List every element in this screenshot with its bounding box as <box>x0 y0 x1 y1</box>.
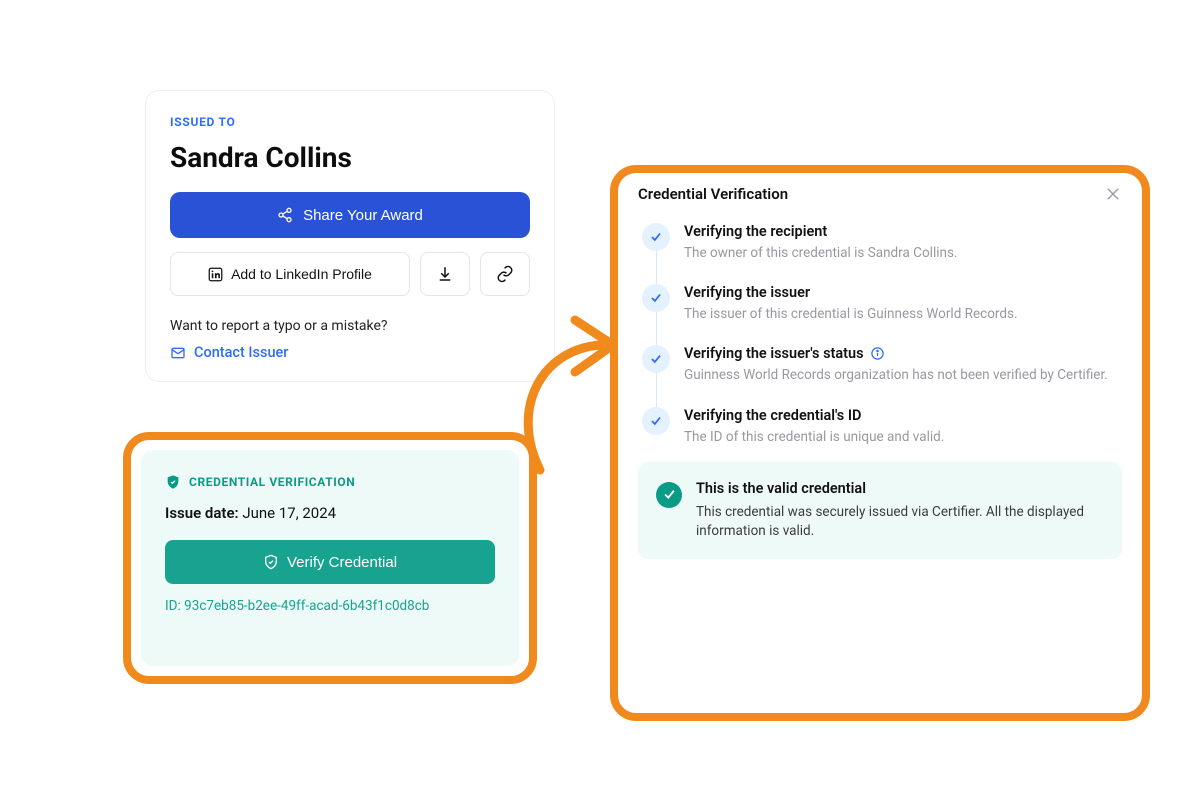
credential-id: ID: 93c7eb85-b2ee-49ff-acad-6b43f1c0d8cb <box>165 598 495 614</box>
share-award-label: Share Your Award <box>303 207 423 224</box>
contact-issuer-link[interactable]: Contact Issuer <box>170 344 530 361</box>
verification-panel-title: Credential Verification <box>638 185 788 203</box>
linkedin-icon <box>208 267 223 282</box>
step-status-icon <box>642 223 670 251</box>
step-desc: Guinness World Records organization has … <box>684 366 1122 384</box>
valid-banner-title: This is the valid credential <box>696 480 1104 497</box>
verification-step: Verifying the recipient The owner of thi… <box>642 223 1122 284</box>
close-button[interactable] <box>1104 185 1122 203</box>
step-desc: The owner of this credential is Sandra C… <box>684 244 1122 262</box>
check-icon <box>662 487 677 502</box>
download-button[interactable] <box>420 252 470 296</box>
check-icon <box>649 414 663 428</box>
verification-panel-highlight: Credential Verification Verifying the re… <box>610 165 1150 721</box>
check-icon <box>649 352 663 366</box>
add-to-linkedin-button[interactable]: Add to LinkedIn Profile <box>170 252 410 296</box>
report-typo-text: Want to report a typo or a mistake? <box>170 318 530 334</box>
step-status-icon <box>642 284 670 312</box>
share-icon <box>277 207 293 223</box>
step-status-icon <box>642 345 670 373</box>
issue-date: Issue date: June 17, 2024 <box>165 504 495 522</box>
download-icon <box>436 265 454 283</box>
recipient-name: Sandra Collins <box>170 141 530 174</box>
issued-to-label: ISSUED TO <box>170 115 530 129</box>
valid-banner-desc: This credential was securely issued via … <box>696 503 1104 541</box>
step-title: Verifying the issuer's status <box>684 345 864 362</box>
valid-check-icon <box>656 482 682 508</box>
linkedin-button-label: Add to LinkedIn Profile <box>231 266 372 282</box>
award-card: ISSUED TO Sandra Collins Share Your Awar… <box>145 90 555 382</box>
verification-step: Verifying the credential's ID The ID of … <box>642 407 1122 462</box>
shield-check-icon <box>165 474 181 490</box>
check-icon <box>649 291 663 305</box>
verification-step: Verifying the issuer's status Guinness W… <box>642 345 1122 406</box>
verification-steps: Verifying the recipient The owner of thi… <box>638 223 1122 462</box>
step-status-icon <box>642 407 670 435</box>
step-desc: The issuer of this credential is Guinnes… <box>684 305 1122 323</box>
info-icon[interactable] <box>870 346 885 361</box>
shield-icon <box>263 554 279 570</box>
close-icon <box>1104 185 1122 203</box>
credential-verification-box: CREDENTIAL VERIFICATION Issue date: June… <box>141 450 519 666</box>
link-icon <box>496 265 514 283</box>
credential-id-value: 93c7eb85-b2ee-49ff-acad-6b43f1c0d8cb <box>184 598 429 614</box>
verify-credential-label: Verify Credential <box>287 554 397 571</box>
issue-date-value: June 17, 2024 <box>242 504 336 522</box>
check-icon <box>649 230 663 244</box>
verification-step: Verifying the issuer The issuer of this … <box>642 284 1122 345</box>
mail-icon <box>170 345 186 361</box>
credential-verification-title: CREDENTIAL VERIFICATION <box>189 475 355 489</box>
step-title: Verifying the recipient <box>684 223 827 240</box>
step-desc: The ID of this credential is unique and … <box>684 428 1122 446</box>
share-award-button[interactable]: Share Your Award <box>170 192 530 238</box>
action-row: Add to LinkedIn Profile <box>170 252 530 296</box>
credential-id-label: ID: <box>165 598 181 614</box>
issue-date-label: Issue date: <box>165 504 239 522</box>
step-title: Verifying the issuer <box>684 284 810 301</box>
valid-credential-banner: This is the valid credential This creden… <box>638 462 1122 559</box>
step-title: Verifying the credential's ID <box>684 407 861 424</box>
verify-credential-button[interactable]: Verify Credential <box>165 540 495 584</box>
contact-issuer-label: Contact Issuer <box>194 344 288 361</box>
credential-verification-highlight: CREDENTIAL VERIFICATION Issue date: June… <box>123 432 537 684</box>
copy-link-button[interactable] <box>480 252 530 296</box>
